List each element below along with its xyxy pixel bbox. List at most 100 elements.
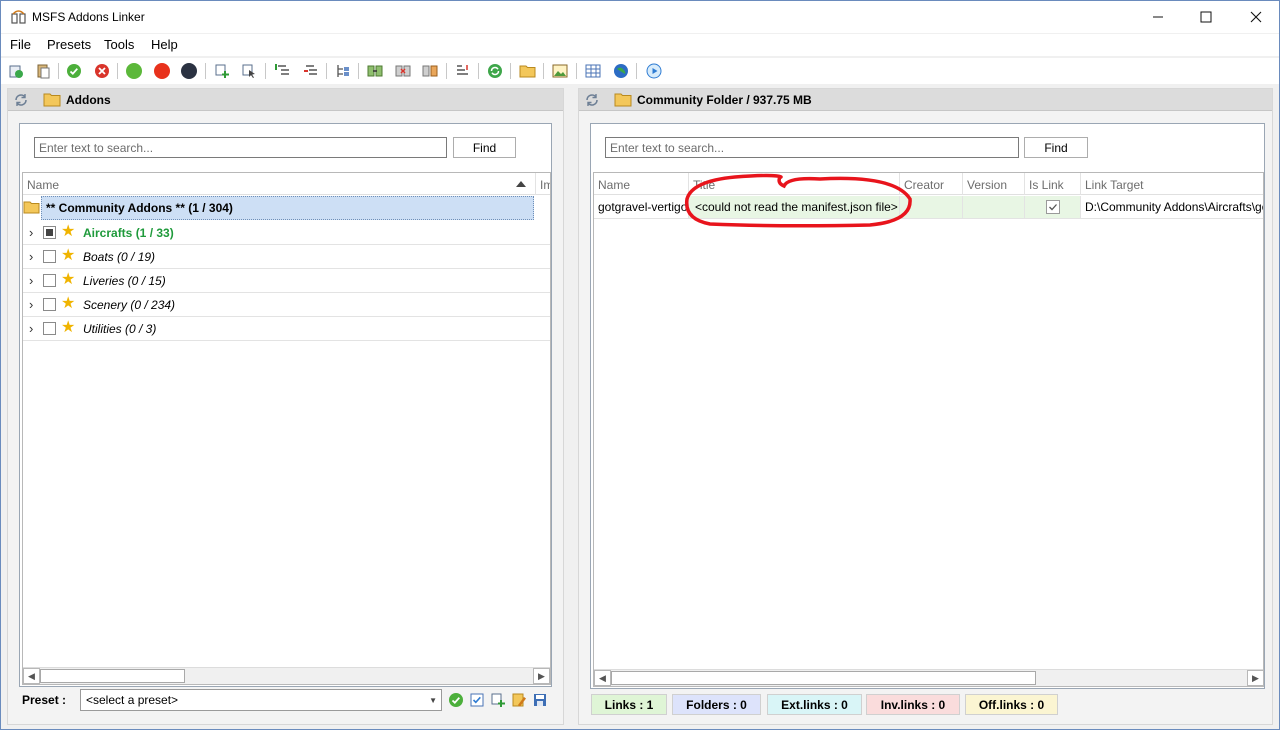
toolbar-separator (636, 63, 637, 79)
open-folder-icon[interactable] (518, 61, 538, 81)
menu-help[interactable]: Help (151, 37, 178, 52)
link-icon[interactable] (365, 61, 385, 81)
relink-icon[interactable] (420, 61, 440, 81)
scroll-right-icon[interactable]: ▶ (533, 668, 550, 684)
toolbar-separator (265, 63, 266, 79)
tree-root-row[interactable]: ** Community Addons ** (1 / 304) (41, 196, 534, 220)
chevron-right-icon[interactable]: › (29, 273, 33, 288)
column-image[interactable]: Im (536, 173, 550, 195)
chevron-right-icon[interactable]: › (29, 249, 33, 264)
chevron-right-icon[interactable]: › (29, 321, 33, 336)
scroll-left-icon[interactable]: ◀ (594, 670, 611, 686)
globe-icon[interactable] (611, 61, 631, 81)
select-icon[interactable] (239, 61, 259, 81)
play-icon[interactable] (644, 61, 664, 81)
filter-tree-icon[interactable] (333, 61, 353, 81)
refresh-icon[interactable] (485, 61, 505, 81)
folder-icon (614, 93, 632, 107)
maximize-button[interactable] (1183, 1, 1229, 33)
tree-item-aircrafts[interactable]: › ★ Aircrafts (1 / 33) (23, 221, 550, 245)
utilities-checkbox[interactable] (43, 322, 56, 335)
column-link-target[interactable]: Link Target (1081, 173, 1263, 195)
toolbar-separator (576, 63, 577, 79)
chevron-down-icon: ▼ (429, 696, 437, 705)
boats-checkbox[interactable] (43, 250, 56, 263)
sort-icon[interactable] (453, 61, 473, 81)
tree-item-utilities[interactable]: › ★ Utilities (0 / 3) (23, 317, 550, 341)
community-horizontal-scrollbar[interactable]: ◀ ▶ (594, 669, 1263, 686)
preset-select-value: <select a preset> (86, 693, 179, 707)
tree-item-boats[interactable]: › ★ Boats (0 / 19) (23, 245, 550, 269)
apply-preset-button[interactable] (446, 690, 466, 710)
check-green-icon[interactable] (64, 61, 84, 81)
refresh-icon[interactable] (13, 92, 29, 108)
select-preset-items-button[interactable] (467, 690, 487, 710)
tree-item-scenery[interactable]: › ★ Scenery (0 / 234) (23, 293, 550, 317)
preset-label: Preset : (22, 693, 67, 707)
minimize-button[interactable] (1135, 1, 1181, 33)
green-dot-icon[interactable] (124, 61, 144, 81)
is-link-checkbox[interactable] (1046, 200, 1060, 214)
expand-icon[interactable] (273, 61, 293, 81)
star-icon: ★ (61, 295, 76, 312)
preset-select[interactable]: <select a preset> ▼ (80, 689, 442, 711)
menu-presets[interactable]: Presets (47, 37, 91, 52)
tree-item-label: Boats (0 / 19) (83, 250, 156, 264)
star-icon: ★ (61, 247, 76, 264)
collapse-icon[interactable] (301, 61, 321, 81)
column-name[interactable]: Name (23, 173, 536, 195)
addons-horizontal-scrollbar[interactable]: ◀ ▶ (23, 667, 550, 684)
toolbar-separator (543, 63, 544, 79)
cancel-red-icon[interactable] (92, 61, 112, 81)
community-search-input[interactable]: Enter text to search... (605, 137, 1019, 158)
menu-file[interactable]: File (10, 37, 31, 52)
column-is-link[interactable]: Is Link (1025, 173, 1081, 195)
tree-item-label: Utilities (0 / 3) (83, 322, 157, 336)
scenery-checkbox[interactable] (43, 298, 56, 311)
scroll-right-icon[interactable]: ▶ (1247, 670, 1263, 686)
addons-search-input[interactable]: Enter text to search... (34, 137, 447, 158)
table-icon[interactable] (583, 61, 603, 81)
add-preset-button[interactable] (488, 690, 508, 710)
image-icon[interactable] (550, 61, 570, 81)
toolbar-separator (478, 63, 479, 79)
addons-panel: Addons Enter text to search... Find Name… (7, 88, 564, 725)
scrollbar-thumb[interactable] (40, 669, 185, 683)
cell-name: gotgravel-vertigo (594, 196, 689, 218)
column-name[interactable]: Name (594, 173, 689, 195)
save-preset-button[interactable] (530, 690, 550, 710)
aircrafts-checkbox[interactable] (43, 226, 56, 239)
status-ext-links: Ext.links : 0 (767, 694, 862, 715)
menu-tools[interactable]: Tools (104, 37, 134, 52)
dark-dot-icon[interactable] (179, 61, 199, 81)
red-dot-icon[interactable] (152, 61, 172, 81)
refresh-icon[interactable] (584, 92, 600, 108)
column-version[interactable]: Version (963, 173, 1025, 195)
community-panel-title: Community Folder / 937.75 MB (637, 93, 812, 107)
close-button[interactable] (1233, 1, 1279, 33)
toolbar-separator (58, 63, 59, 79)
unlink-icon[interactable] (393, 61, 413, 81)
add-link-icon[interactable] (212, 61, 232, 81)
tree-root-label: ** Community Addons ** (1 / 304) (46, 201, 233, 215)
liveries-checkbox[interactable] (43, 274, 56, 287)
edit-preset-button[interactable] (509, 690, 529, 710)
add-preset-icon (491, 693, 505, 707)
tree-item-label: Aircrafts (1 / 33) (83, 226, 174, 240)
addons-inner-frame: Enter text to search... Find Name Im ** … (19, 123, 552, 687)
addons-find-button[interactable]: Find (453, 137, 516, 158)
close-icon (1250, 11, 1262, 23)
minimize-icon (1153, 16, 1163, 18)
tree-item-liveries[interactable]: › ★ Liveries (0 / 15) (23, 269, 550, 293)
star-icon: ★ (61, 223, 76, 240)
add-addon-icon[interactable] (6, 61, 26, 81)
scrollbar-thumb[interactable] (611, 671, 1036, 685)
title-bar: MSFS Addons Linker (1, 1, 1279, 33)
chevron-right-icon[interactable]: › (29, 297, 33, 312)
community-find-button[interactable]: Find (1024, 137, 1088, 158)
paste-icon[interactable] (33, 61, 53, 81)
chevron-right-icon[interactable]: › (29, 225, 33, 240)
scroll-left-icon[interactable]: ◀ (23, 668, 40, 684)
cell-link-target: D:\Community Addons\Aircrafts\gotgravel-… (1085, 200, 1263, 214)
sort-ascending-icon (516, 181, 526, 187)
